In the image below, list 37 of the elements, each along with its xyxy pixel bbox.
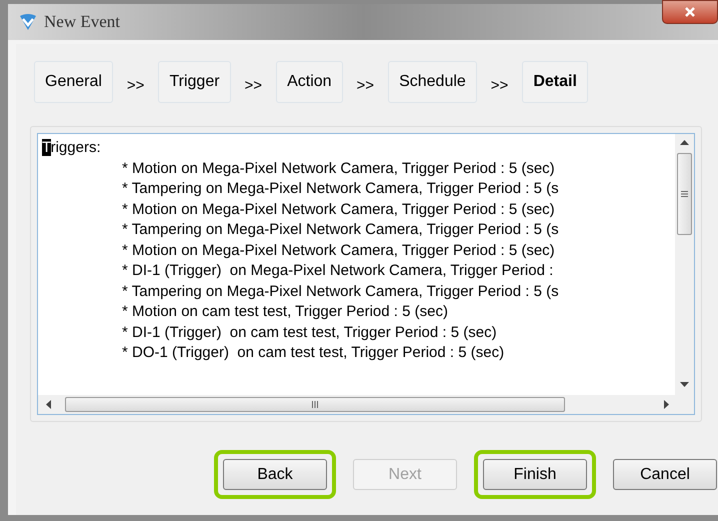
trigger-line: * DI-1 (Trigger) on cam test test, Trigger Period : 5 (sec)	[121, 322, 497, 342]
scroll-up-icon[interactable]	[680, 140, 689, 145]
step-separator: >>	[356, 76, 374, 96]
scroll-thumb[interactable]	[65, 397, 565, 412]
step-separator: >>	[490, 76, 508, 96]
trigger-line: * DI-1 (Trigger) on Mega-Pixel Network Camera, Trigger Period :	[121, 261, 554, 281]
step-tab[interactable]: Schedule	[388, 60, 477, 102]
trigger-line: * Tampering on Mega-Pixel Network Camera, Trigger Period : 5 (s	[121, 220, 559, 240]
step-tab[interactable]: General	[34, 60, 113, 102]
grip-icon	[681, 191, 688, 197]
vertical-scrollbar[interactable]	[675, 134, 694, 395]
close-button[interactable]	[662, 0, 718, 24]
dialog-button[interactable]: Back	[223, 459, 327, 490]
grip-icon	[312, 401, 318, 408]
dialog-button[interactable]: Cancel	[613, 459, 717, 490]
trigger-line: * Tampering on Mega-Pixel Network Camera, Trigger Period : 5 (s	[121, 282, 559, 302]
step-separator: >>	[126, 76, 144, 96]
dialog-button[interactable]: Finish	[483, 459, 587, 490]
trigger-line: * Motion on cam test test, Trigger Period : 5 (sec)	[121, 302, 448, 322]
step-tab[interactable]: Action	[276, 60, 343, 102]
trigger-line: * Tampering on Mega-Pixel Network Camera, Trigger Period : 5 (s	[121, 179, 559, 199]
horizontal-scrollbar[interactable]	[38, 395, 694, 414]
step-tab[interactable]: Detail	[522, 60, 588, 102]
trigger-line: * Motion on Mega-Pixel Network Camera, Trigger Period : 5 (sec)	[121, 240, 555, 260]
step-separator: >>	[244, 76, 262, 96]
scroll-left-icon[interactable]	[46, 400, 51, 409]
trigger-line: * Motion on Mega-Pixel Network Camera, Trigger Period : 5 (sec)	[121, 158, 555, 178]
trigger-line: * DO-1 (Trigger) on cam test test, Trigger Period : 5 (sec)	[121, 343, 504, 363]
close-icon	[684, 7, 696, 17]
window-title: New Event	[44, 11, 120, 34]
app-logo-icon	[18, 12, 38, 32]
trigger-line: * Motion on Mega-Pixel Network Camera, Trigger Period : 5 (sec)	[121, 200, 555, 220]
scroll-thumb[interactable]	[677, 153, 692, 235]
step-tab[interactable]: Trigger	[158, 60, 231, 102]
detail-heading: Triggers:	[42, 138, 101, 158]
scroll-down-icon[interactable]	[680, 382, 689, 387]
scroll-right-icon[interactable]	[664, 400, 669, 409]
